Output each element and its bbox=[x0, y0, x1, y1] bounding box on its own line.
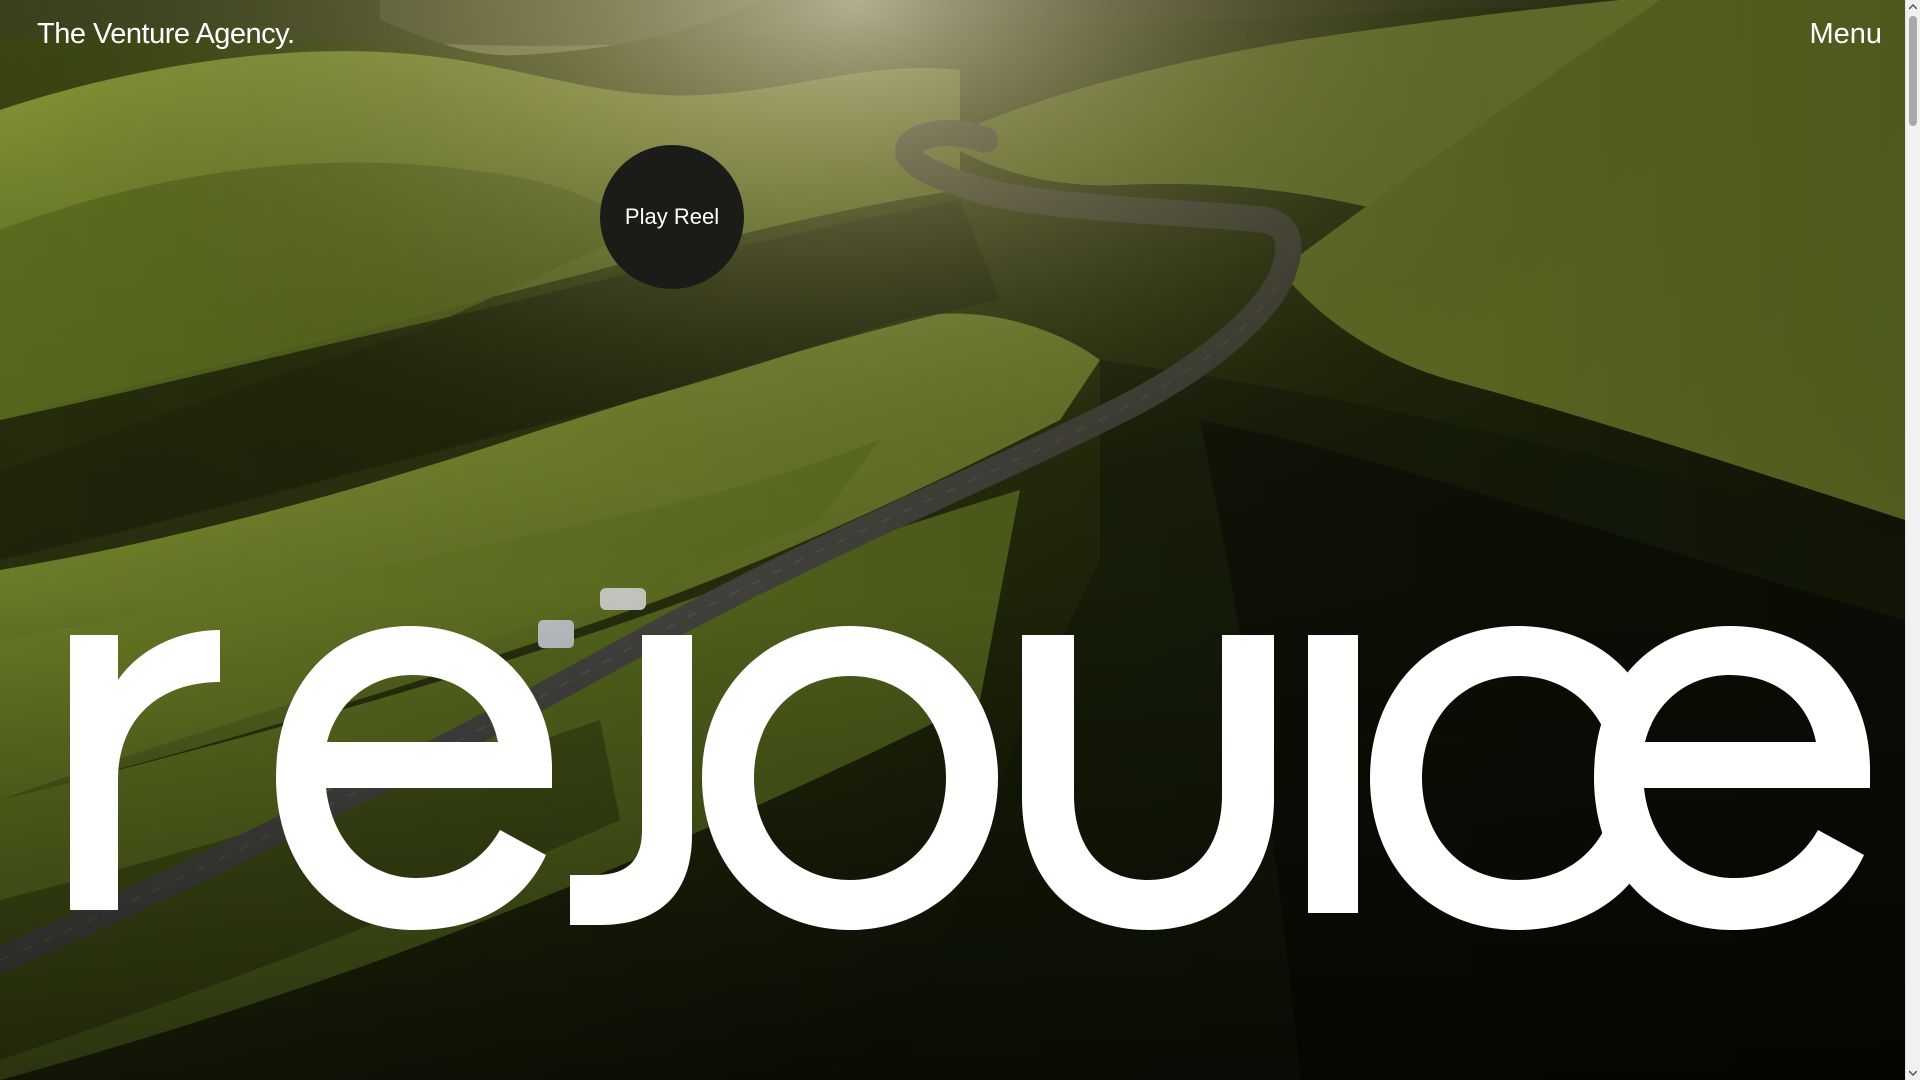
play-reel-button[interactable]: Play Reel bbox=[600, 145, 744, 289]
wordmark-letter-r bbox=[70, 630, 220, 910]
wordmark-letter-i bbox=[1308, 635, 1358, 913]
scroll-thumb[interactable] bbox=[1909, 16, 1917, 126]
brand-logo-link[interactable]: The Venture Agency. bbox=[37, 18, 295, 51]
wordmark-letter-e bbox=[276, 626, 552, 930]
chevron-up-icon[interactable] bbox=[1906, 0, 1920, 14]
play-reel-label: Play Reel bbox=[624, 204, 720, 229]
wordmark-letter-o bbox=[702, 626, 998, 930]
scrollbar[interactable] bbox=[1905, 0, 1920, 1080]
site-header: The Venture Agency. Menu bbox=[0, 0, 1905, 80]
wordmark-letter-u bbox=[1022, 635, 1274, 930]
wordmark-letter-e2 bbox=[1594, 626, 1870, 930]
wordmark-letter-j bbox=[570, 635, 692, 925]
chevron-down-icon[interactable] bbox=[1906, 1066, 1920, 1080]
page: The Venture Agency. Menu Play Reel rejou… bbox=[0, 0, 1920, 1080]
rejouice-wordmark bbox=[70, 626, 1870, 930]
menu-button[interactable]: Menu bbox=[1809, 18, 1882, 51]
